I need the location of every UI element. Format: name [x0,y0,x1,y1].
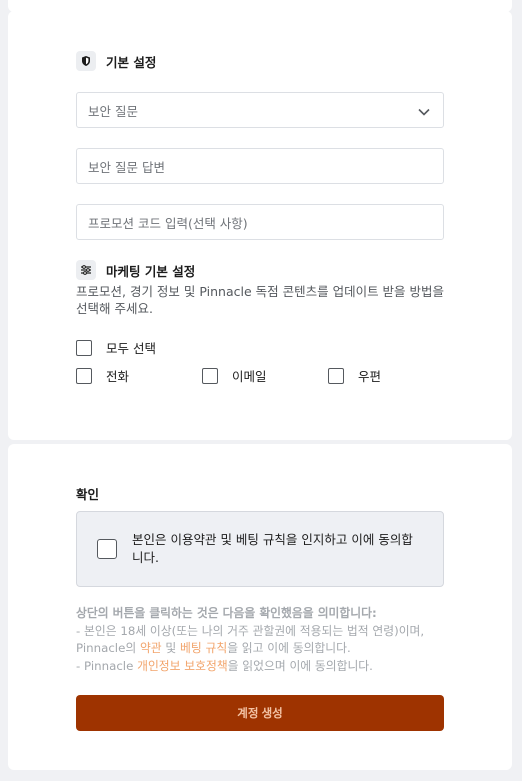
legal-line1-end: 을 읽고 이에 동의합니다. [227,641,351,655]
legal-line2: - Pinnacle [76,658,138,673]
marketing-title: 마케팅 기본 설정 [106,263,196,279]
basic-settings-header: 기본 설정 [76,50,156,72]
email-label: 이메일 [232,369,267,384]
privacy-policy-link[interactable]: 개인정보 보호정책 [137,659,228,673]
checkbox-box[interactable] [202,367,218,384]
legal-heading: 상단의 버튼을 클릭하는 것은 다음을 확인했음을 의미합니다: [76,606,377,620]
marketing-description: 프로모션, 경기 정보 및 Pinnacle 독점 콘텐츠를 업데이트 받을 방… [76,284,445,316]
checkbox-box[interactable] [328,367,344,384]
checkbox-box[interactable] [76,339,92,356]
select-all-label: 모두 선택 [106,341,156,356]
security-answer-placeholder: 보안 질문 답변 [88,159,165,175]
promo-code-placeholder: 프로모션 코드 입력(선택 사항) [88,215,248,231]
consent-text: 본인은 이용약관 및 베팅 규칙을 인지하고 이에 동의합니다. [132,532,413,565]
create-account-button[interactable]: 계정 생성 [76,695,444,731]
legal-line2-end: 을 읽었으며 이에 동의합니다. [227,658,373,673]
post-checkbox[interactable]: 우편 [328,366,381,385]
consent-checkbox[interactable] [97,539,117,559]
checkbox-box[interactable] [76,367,92,384]
basic-settings-title: 기본 설정 [106,54,157,70]
confirm-card: 확인 본인은 이용약관 및 베팅 규칙을 인지하고 이에 동의합니다. 상단의 … [8,444,512,770]
consent-checkbox-box[interactable]: 본인은 이용약관 및 베팅 규칙을 인지하고 이에 동의합니다. [76,511,444,587]
shield-icon [76,51,96,71]
phone-label: 전화 [106,369,130,384]
basic-settings-card: 기본 설정 보안 질문 보안 질문 답변 프로모션 코드 입력(선택 사항) 마… [8,11,512,440]
security-answer-input[interactable]: 보안 질문 답변 [76,148,444,184]
chevron-down-icon [417,104,431,123]
promo-code-input[interactable]: 프로모션 코드 입력(선택 사항) [76,204,444,240]
legal-notice: 상단의 버튼을 클릭하는 것은 다음을 확인했음을 의미합니다: - 본인은 1… [76,605,448,675]
email-checkbox[interactable]: 이메일 [202,366,267,385]
post-label: 우편 [358,369,382,384]
sliders-icon [76,260,96,280]
betting-rules-link[interactable]: 베팅 규칙 [180,641,227,655]
legal-and: 및 [161,641,181,655]
select-all-checkbox[interactable]: 모두 선택 [76,338,156,357]
marketing-header: 마케팅 기본 설정 [76,259,195,281]
terms-link[interactable]: 약관 [140,641,162,655]
confirm-title: 확인 [76,487,100,502]
security-question-select[interactable]: 보안 질문 [76,92,444,128]
phone-checkbox[interactable]: 전화 [76,366,129,385]
security-question-placeholder: 보안 질문 [88,103,138,119]
